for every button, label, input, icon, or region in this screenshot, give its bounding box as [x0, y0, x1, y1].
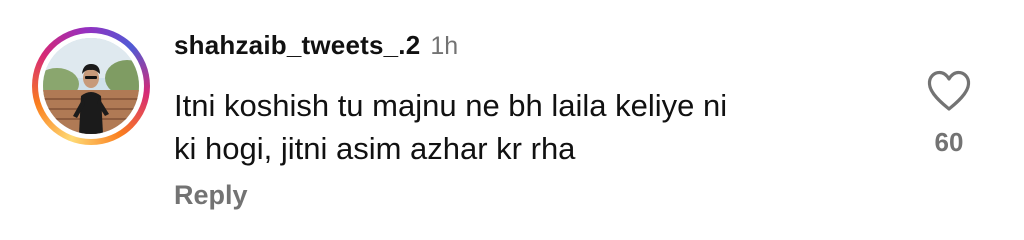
- comment-header: shahzaib_tweets_.2 1h: [174, 30, 458, 66]
- comment-text: Itni koshish tu majnu ne bh laila keliye…: [174, 84, 874, 170]
- comment-timestamp: 1h: [430, 32, 459, 60]
- comment-text-line: ki hogi, jitni asim azhar kr rha: [174, 131, 576, 166]
- heart-outline-icon: [927, 70, 971, 111]
- like-count: 60: [934, 127, 964, 157]
- avatar-photo: [43, 38, 139, 134]
- story-ring[interactable]: [32, 27, 150, 145]
- avatar-ring-gap: [38, 33, 144, 139]
- reply-button[interactable]: Reply: [174, 180, 248, 211]
- like-button[interactable]: [926, 70, 972, 112]
- comment-text-line: Itni koshish tu majnu ne bh laila keliye…: [174, 88, 728, 123]
- comment-item: shahzaib_tweets_.2 1h Itni koshish tu ma…: [0, 0, 1024, 240]
- username-link[interactable]: shahzaib_tweets_.2: [174, 30, 420, 61]
- avatar[interactable]: [43, 38, 139, 134]
